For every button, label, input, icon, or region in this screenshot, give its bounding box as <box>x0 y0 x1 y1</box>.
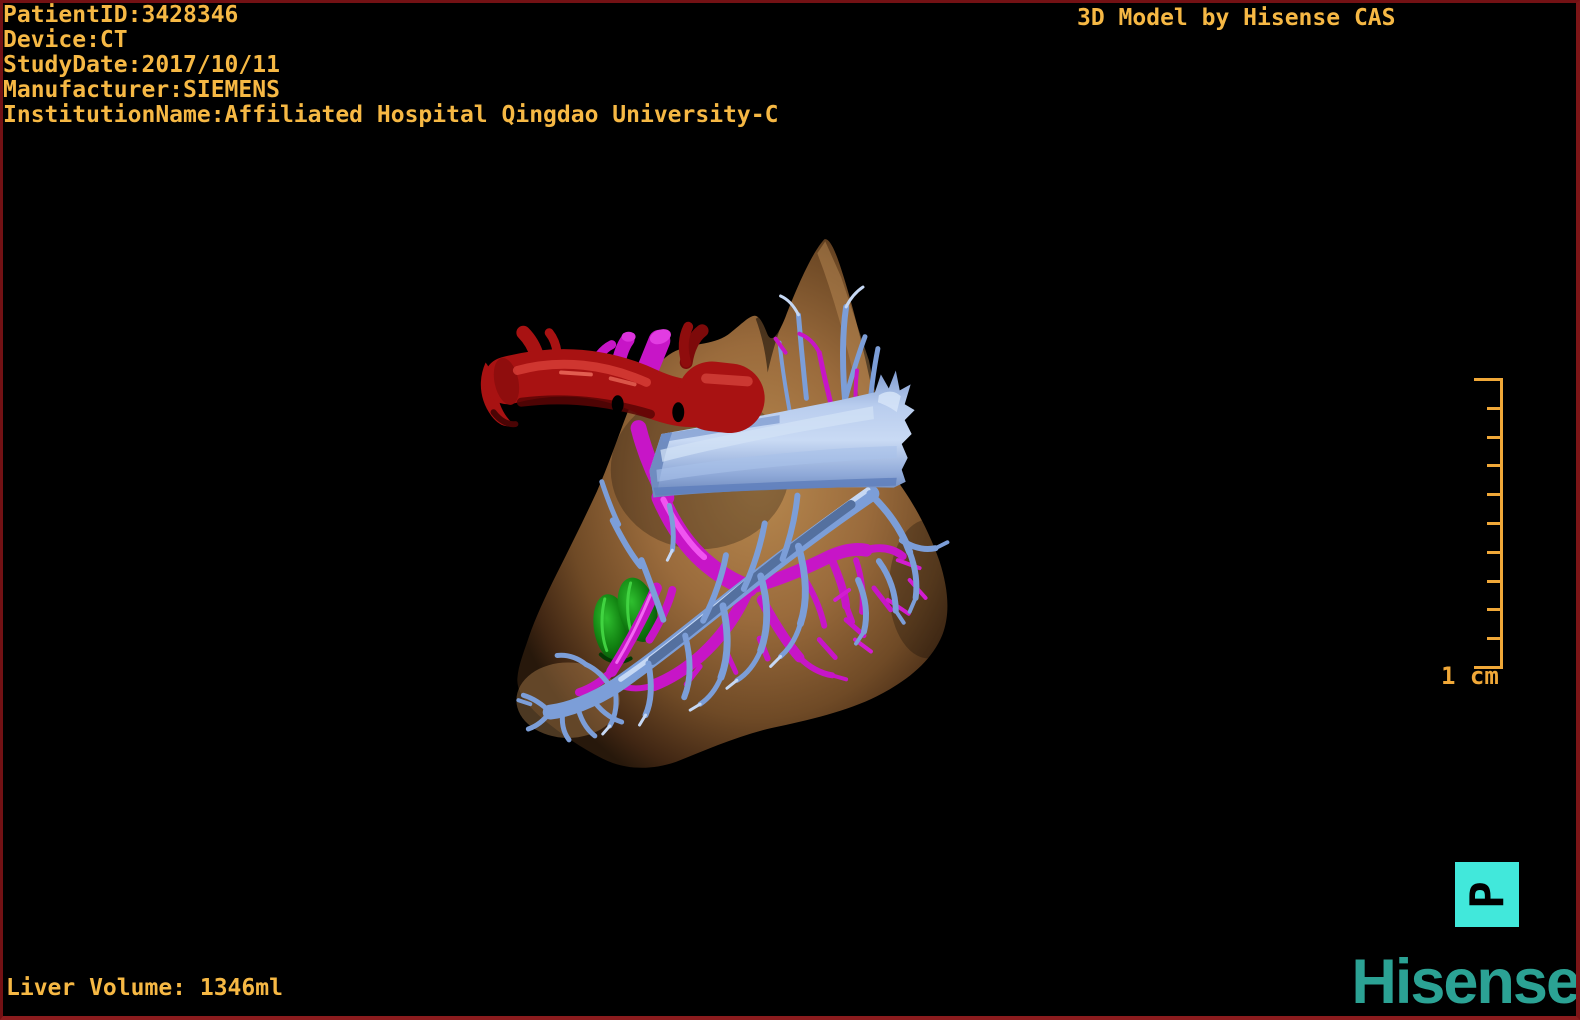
viewer-screen: PatientID:3428346 Device:CT StudyDate:20… <box>0 0 1580 1020</box>
model-viewport[interactable] <box>3 3 1576 1016</box>
scale-bar-tick <box>1487 522 1503 525</box>
scale-bar-tick <box>1474 378 1503 381</box>
scale-bar-tick <box>1487 608 1503 611</box>
orientation-marker-posterior[interactable]: P <box>1455 862 1519 927</box>
scale-bar-tick <box>1487 580 1503 583</box>
scale-bar-tick <box>1487 436 1503 439</box>
device: Device:CT <box>3 27 128 53</box>
scale-bar-tick <box>1487 407 1503 410</box>
manufacturer: Manufacturer:SIEMENS <box>3 77 280 103</box>
scale-bar-label: 1 cm <box>1441 662 1499 690</box>
orientation-letter: P <box>1459 880 1514 909</box>
liver-volume-readout: Liver Volume: 1346ml <box>6 975 283 1001</box>
scale-bar-tick <box>1487 464 1503 467</box>
study-date: StudyDate:2017/10/11 <box>3 52 280 78</box>
scale-bar <box>1472 378 1503 669</box>
scale-bar-tick <box>1487 637 1503 640</box>
watermark-title: 3D Model by Hisense CAS <box>1077 5 1396 31</box>
hisense-logo: Hisense <box>1351 947 1579 1017</box>
institution-name: InstitutionName:Affiliated Hospital Qing… <box>3 102 779 128</box>
scale-bar-tick <box>1487 551 1503 554</box>
scale-bar-tick <box>1487 493 1503 496</box>
